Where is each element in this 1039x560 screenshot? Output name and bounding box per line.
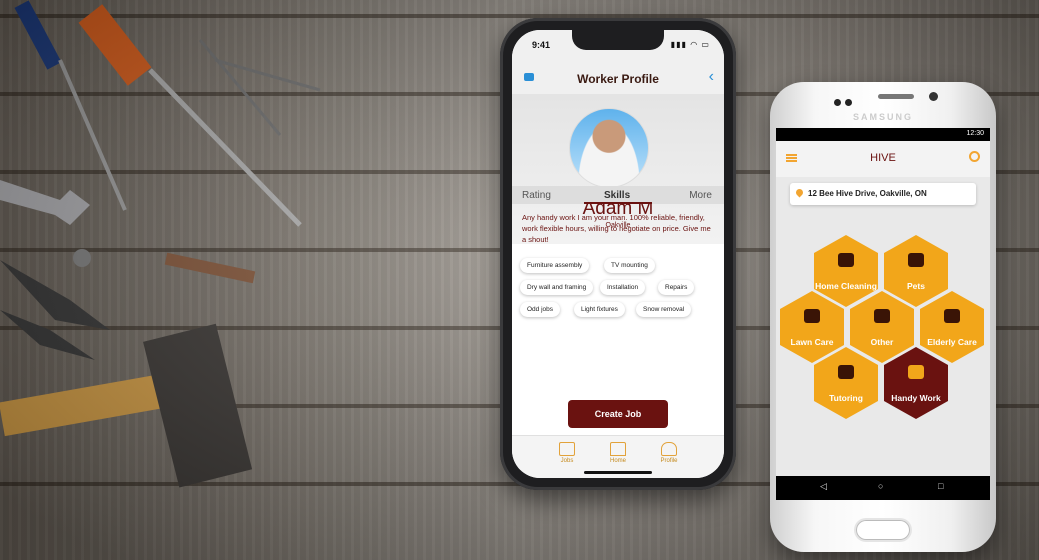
elderly-person-icon <box>944 309 960 323</box>
tabbar-jobs[interactable]: Jobs <box>552 442 582 464</box>
skill-chip[interactable]: TV mounting <box>604 258 655 273</box>
lightbulb-icon <box>874 309 890 323</box>
service-label: Elderly Care <box>927 337 977 347</box>
tabbar-label: Profile <box>660 458 678 464</box>
camera-icon <box>834 93 874 106</box>
signal-wifi-battery-icon: ▮▮▮ ◠ ▭ <box>670 40 710 49</box>
iphone-screen: 9:41 ▮▮▮ ◠ ▭ Worker Profile ‹ Adam M Oak… <box>512 30 724 478</box>
skill-chip[interactable]: Dry wall and framing <box>520 280 594 295</box>
service-pets[interactable]: Pets <box>884 235 948 307</box>
home-indicator[interactable] <box>584 471 652 474</box>
service-label: Other <box>870 337 894 347</box>
skill-chip[interactable]: Light fixtures <box>574 302 625 317</box>
teacher-icon <box>838 365 854 379</box>
service-other[interactable]: Other <box>850 291 914 363</box>
iphone-device: 9:41 ▮▮▮ ◠ ▭ Worker Profile ‹ Adam M Oak… <box>500 18 736 490</box>
front-camera-icon <box>929 92 938 101</box>
status-time: 12:30 <box>966 130 984 137</box>
hardware-home-button[interactable] <box>856 520 910 540</box>
service-lawn-care[interactable]: Lawn Care <box>780 291 844 363</box>
home-icon <box>610 442 626 456</box>
android-nav-bar: ◁ ○ □ <box>776 476 990 500</box>
avatar <box>569 108 649 188</box>
location-pin-icon <box>794 187 805 198</box>
profile-tabs: Rating Skills More <box>512 186 724 204</box>
skill-chip[interactable]: Snow removal <box>636 302 692 317</box>
address-field[interactable]: 12 Bee Hive Drive, Oakville, ON <box>790 183 976 205</box>
active-tab-underline <box>584 202 652 204</box>
worker-bio: Any handy work I am your man. 100% relia… <box>522 213 711 244</box>
tabbar-profile[interactable]: Profile <box>654 442 684 464</box>
app-title: HIVE <box>870 152 896 164</box>
service-label: Home Cleaning <box>815 281 877 291</box>
bottom-tab-bar: Jobs Home Profile <box>512 435 724 478</box>
nav-back-icon[interactable]: ◁ <box>820 481 827 492</box>
samsung-device: SAMSUNG 12:30 HIVE 12 Bee Hive Drive, Oa… <box>770 82 996 552</box>
service-label: Tutoring <box>829 393 863 403</box>
nav-recent-icon[interactable]: □ <box>938 481 943 491</box>
skill-chip[interactable]: Furniture assembly <box>520 258 590 273</box>
spray-bottle-icon <box>838 253 854 267</box>
tools-icon <box>908 365 924 379</box>
service-elderly-care[interactable]: Elderly Care <box>920 291 984 363</box>
services-area: 12 Bee Hive Drive, Oakville, ON Home Cle… <box>776 177 990 476</box>
tab-rating[interactable]: Rating <box>522 190 551 201</box>
service-home-cleaning[interactable]: Home Cleaning <box>814 235 878 307</box>
tab-more[interactable]: More <box>689 190 712 201</box>
service-label: Pets <box>907 281 925 291</box>
speaker-grille <box>878 94 914 99</box>
tab-skills[interactable]: Skills <box>604 190 630 201</box>
worker-profile-header: Worker Profile ‹ <box>512 60 724 94</box>
create-job-button[interactable]: Create Job <box>568 400 668 428</box>
lawn-mower-icon <box>804 309 820 323</box>
address-text: 12 Bee Hive Drive, Oakville, ON <box>808 189 927 198</box>
service-label: Handy Work <box>891 393 941 403</box>
samsung-screen: 12:30 HIVE 12 Bee Hive Drive, Oakville, … <box>776 128 990 500</box>
hive-header: HIVE <box>776 141 990 177</box>
brand-logo: SAMSUNG <box>852 112 913 122</box>
search-icon[interactable] <box>969 151 980 162</box>
nav-home-icon[interactable]: ○ <box>878 481 883 491</box>
status-bar: 12:30 <box>776 128 990 141</box>
skill-chip[interactable]: Repairs <box>658 280 695 295</box>
user-icon <box>661 442 677 456</box>
tabbar-label: Home <box>609 458 626 464</box>
tabbar-home[interactable]: Home <box>603 442 633 464</box>
page-title: Worker Profile <box>577 72 659 86</box>
service-tutoring[interactable]: Tutoring <box>814 347 878 419</box>
paw-icon <box>908 253 924 267</box>
back-chevron-icon[interactable]: ‹ <box>709 68 714 86</box>
briefcase-icon <box>559 442 575 456</box>
service-handy-work[interactable]: Handy Work <box>884 347 948 419</box>
skill-chip[interactable]: Odd jobs <box>520 302 561 317</box>
tabbar-label: Jobs <box>560 458 574 464</box>
skill-chip[interactable]: Installation <box>600 280 646 295</box>
status-time: 9:41 <box>532 40 551 50</box>
service-label: Lawn Care <box>790 337 834 347</box>
notch <box>572 30 664 50</box>
